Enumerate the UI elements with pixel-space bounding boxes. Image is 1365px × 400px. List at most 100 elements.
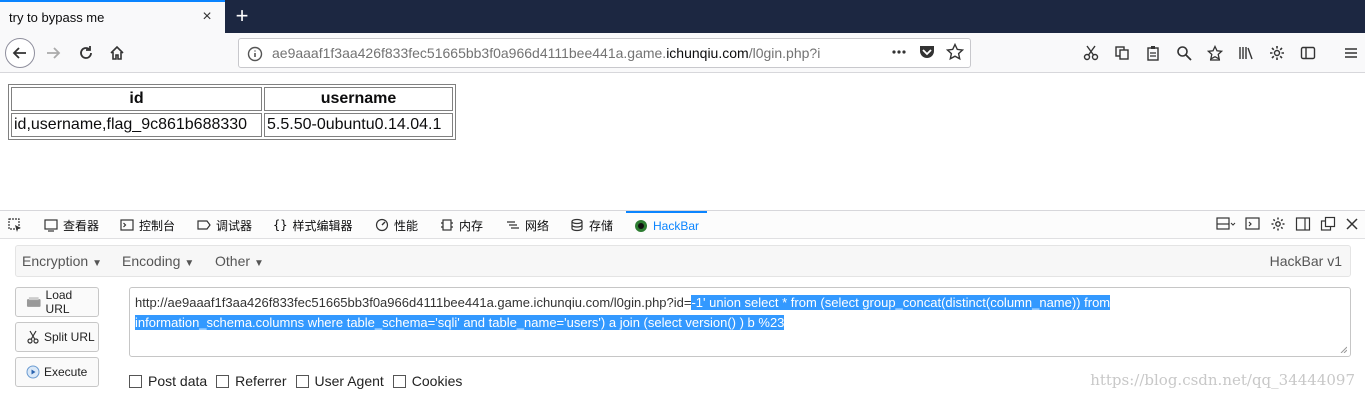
library-icon[interactable] — [1235, 42, 1257, 64]
menu-encoding-label: Encoding — [122, 253, 181, 269]
tab-inspector-label: 查看器 — [63, 218, 100, 233]
tab-console[interactable]: 控制台 — [120, 211, 175, 239]
tab-performance-label: 性能 — [394, 218, 419, 233]
post-data-checkbox[interactable]: Post data — [129, 373, 207, 389]
load-url-label: Load URL — [45, 288, 73, 316]
url-text[interactable]: ae9aaaf1f3aa426f833fec51665bb3f0a966d411… — [272, 45, 862, 61]
tab-style-editor[interactable]: {} 样式编辑器 — [273, 211, 352, 239]
referrer-checkbox[interactable]: Referrer — [216, 373, 287, 389]
cut-icon[interactable] — [1080, 42, 1102, 64]
home-icon — [110, 45, 124, 60]
bookmarks-star-icon[interactable] — [1204, 42, 1226, 64]
paste-icon[interactable] — [1142, 42, 1164, 64]
menu-hamburger-icon[interactable] — [1340, 42, 1362, 64]
debugger-icon — [197, 220, 211, 230]
hackbar-options: Post data Referrer User Agent Cookies — [129, 373, 465, 389]
tab-debugger-label: 调试器 — [216, 218, 253, 233]
bookmark-star-icon[interactable] — [946, 43, 964, 61]
dock-options-icon[interactable] — [1216, 216, 1236, 232]
pocket-icon[interactable] — [918, 43, 936, 61]
network-icon — [507, 221, 519, 229]
user-agent-label: User Agent — [314, 373, 384, 389]
load-url-icon — [26, 297, 41, 307]
info-icon[interactable] — [247, 46, 263, 62]
page-content: id username id,username,flag_9c861b68833… — [0, 74, 1365, 210]
element-picker[interactable] — [8, 211, 22, 239]
tab-hackbar[interactable]: HackBar — [626, 211, 708, 239]
watermark: https://blog.csdn.net/qq_34444097 — [1090, 371, 1355, 389]
toolbar-icons — [1080, 42, 1362, 64]
checkbox-box[interactable] — [216, 374, 230, 388]
menu-encoding[interactable]: Encoding ▼ — [122, 253, 194, 269]
close-tab-icon[interactable]: × — [199, 9, 215, 25]
forward-button[interactable] — [38, 38, 68, 68]
settings-gear-icon[interactable] — [1266, 42, 1288, 64]
dock-side-icon[interactable] — [1295, 216, 1311, 232]
result-table: id username id,username,flag_9c861b68833… — [8, 84, 456, 140]
devtools-settings-gear-icon[interactable] — [1270, 216, 1286, 232]
tab-network[interactable]: 网络 — [506, 211, 549, 239]
console-icon — [120, 219, 134, 231]
checkbox-box[interactable] — [295, 374, 309, 388]
url-selected-text-2: information_schema.columns where table_s… — [135, 315, 785, 330]
hackbar-menu: Encryption ▼ Encoding ▼ Other ▼ HackBar v1 — [15, 245, 1351, 277]
checkbox-box[interactable] — [129, 374, 142, 388]
tab-console-label: 控制台 — [139, 218, 176, 233]
copy-icon[interactable] — [1111, 42, 1133, 64]
url-selected-text-1: -1' union select * from (select group_co… — [691, 295, 1111, 310]
back-button[interactable] — [5, 38, 35, 68]
url-host: ichunqiu.com — [666, 45, 749, 61]
menu-encryption-label: Encryption — [22, 253, 89, 269]
browser-tab[interactable]: try to bypass me × — [0, 0, 225, 33]
url-actions — [890, 43, 964, 61]
hackbar-icon — [635, 220, 647, 232]
post-data-label: Post data — [148, 373, 208, 389]
column-header-id: id — [11, 87, 262, 111]
column-header-username: username — [264, 87, 453, 111]
back-arrow-icon — [12, 47, 26, 59]
tab-hackbar-label: HackBar — [653, 219, 700, 233]
navigation-bar: ae9aaaf1f3aa426f833fec51665bb3f0a966d411… — [0, 33, 1365, 73]
url-bar[interactable]: ae9aaaf1f3aa426f833fec51665bb3f0a966d411… — [238, 38, 971, 68]
play-icon — [26, 365, 40, 379]
home-button[interactable] — [102, 38, 132, 68]
hackbar-url-textarea[interactable]: http://ae9aaaf1f3aa426f833fec51665bb3f0a… — [129, 287, 1351, 357]
tab-style-editor-label: 样式编辑器 — [292, 218, 353, 233]
search-icon[interactable] — [1173, 42, 1195, 64]
tab-strip: try to bypass me × + — [0, 0, 1365, 33]
new-tab-icon[interactable]: + — [231, 4, 253, 28]
separate-window-icon[interactable] — [1320, 216, 1336, 232]
checkbox-box[interactable] — [392, 374, 406, 388]
forward-arrow-icon — [47, 47, 61, 59]
menu-encryption[interactable]: Encryption ▼ — [22, 253, 102, 269]
caret-down-icon: ▼ — [254, 258, 264, 269]
devtools-panel: 查看器 控制台 调试器 {} 样式编辑器 性能 内存 网络 存储 HackBar… — [0, 210, 1365, 400]
execute-button[interactable]: Execute — [15, 357, 99, 387]
more-actions-icon[interactable] — [890, 43, 908, 61]
devtools-tabs: 查看器 控制台 调试器 {} 样式编辑器 性能 内存 网络 存储 HackBar — [0, 211, 1365, 239]
storage-icon — [571, 218, 583, 232]
devtools-controls — [1216, 216, 1359, 232]
tab-memory[interactable]: 内存 — [440, 211, 483, 239]
tab-performance[interactable]: 性能 — [375, 211, 418, 239]
execute-label: Execute — [44, 365, 88, 379]
tab-storage-label: 存储 — [589, 218, 614, 233]
tab-debugger[interactable]: 调试器 — [197, 211, 252, 239]
tab-inspector[interactable]: 查看器 — [44, 211, 99, 239]
table-row: id,username,flag_9c861b688330 5.5.50-0ub… — [11, 113, 453, 137]
reload-button[interactable] — [71, 38, 101, 68]
user-agent-checkbox[interactable]: User Agent — [295, 373, 384, 389]
caret-down-icon: ▼ — [184, 258, 195, 269]
reload-icon — [80, 46, 92, 59]
close-devtools-icon[interactable] — [1345, 217, 1359, 231]
resize-grip-icon[interactable] — [1339, 345, 1347, 353]
split-url-button[interactable]: Split URL — [15, 322, 99, 352]
url-prefix: ae9aaaf1f3aa426f833fec51665bb3f0a966d411… — [272, 45, 667, 61]
split-console-icon[interactable] — [1245, 216, 1261, 232]
inspector-icon — [44, 219, 58, 232]
load-url-button[interactable]: Load URL — [15, 287, 99, 317]
menu-other[interactable]: Other ▼ — [215, 253, 264, 269]
cookies-checkbox[interactable]: Cookies — [392, 373, 462, 389]
sidebar-icon[interactable] — [1297, 42, 1319, 64]
tab-storage[interactable]: 存储 — [570, 211, 613, 239]
